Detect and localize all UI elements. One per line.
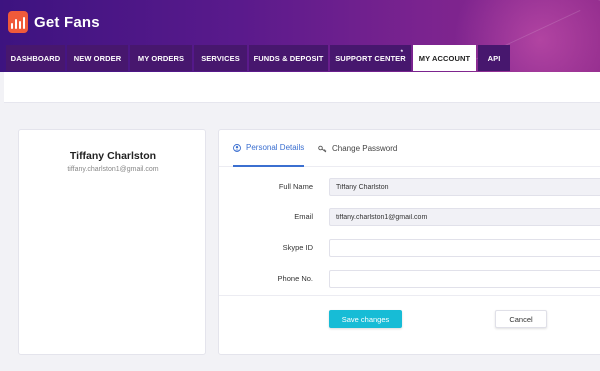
phone-field[interactable] <box>329 270 600 288</box>
email-field[interactable] <box>329 208 600 226</box>
nav-tab-dashboard[interactable]: DASHBOARD <box>6 45 65 71</box>
nav-tab-label: FUNDS & DEPOSIT <box>253 53 324 63</box>
nav-tab-label: DASHBOARD <box>10 53 61 63</box>
profile-name: Tiffany Charlston <box>69 150 157 162</box>
profile-card: Tiffany Charlston tiffany.charlston1@gma… <box>18 129 206 355</box>
full-name-row: Full Name <box>219 178 600 196</box>
nav-tab-api[interactable]: API <box>478 45 510 71</box>
tab-label: Change Password <box>332 144 398 153</box>
tab-label: Personal Details <box>246 143 305 152</box>
main-nav: DASHBOARD NEW ORDER MY ORDERS SERVICES F… <box>6 45 512 71</box>
profile-email: tiffany.charlston1@gmail.com <box>67 166 159 173</box>
nav-tab-label: SUPPORT CENTER <box>335 53 406 63</box>
nav-tab-label: NEW ORDER <box>73 53 122 63</box>
nav-tab-funds-deposit[interactable]: FUNDS & DEPOSIT <box>249 45 328 71</box>
form-tabs: Personal Details Change Password <box>219 130 600 167</box>
user-icon <box>233 143 241 152</box>
full-name-label: Full Name <box>278 182 313 191</box>
nav-tab-label: MY ORDERS <box>137 53 185 63</box>
tab-personal-details[interactable]: Personal Details <box>233 130 305 167</box>
brand-logo[interactable]: Get Fans <box>8 11 100 33</box>
nav-tab-support-center[interactable]: SUPPORT CENTER * <box>330 45 411 71</box>
key-icon <box>318 145 327 153</box>
nav-tab-my-account[interactable]: MY ACCOUNT <box>413 45 476 71</box>
full-name-field[interactable] <box>329 178 600 196</box>
form-divider <box>219 295 600 296</box>
tab-change-password[interactable]: Change Password <box>318 130 397 167</box>
email-row: Email <box>219 208 600 226</box>
phone-label: Phone No. <box>277 274 313 283</box>
skype-label: Skype ID <box>282 243 313 252</box>
nav-tab-services[interactable]: SERVICES <box>194 45 247 71</box>
account-form-card: Personal Details Change Password Full Na… <box>218 129 600 355</box>
nav-tab-my-orders[interactable]: MY ORDERS <box>130 45 192 71</box>
save-changes-button[interactable]: Save changes <box>329 310 402 328</box>
skype-id-field[interactable] <box>329 239 600 257</box>
cancel-button[interactable]: Cancel <box>495 310 547 328</box>
notification-badge: * <box>400 50 403 56</box>
skype-row: Skype ID <box>219 239 600 257</box>
email-label: Email <box>294 212 313 221</box>
nav-tab-label: MY ACCOUNT <box>418 53 471 63</box>
nav-tab-label: SERVICES <box>201 53 240 63</box>
bar-chart-icon <box>8 11 28 33</box>
nav-tab-new-order[interactable]: NEW ORDER <box>67 45 128 71</box>
nav-tab-label: API <box>487 53 501 63</box>
phone-row: Phone No. <box>219 270 600 288</box>
brand-name: Get Fans <box>34 13 100 31</box>
top-header: Get Fans DASHBOARD NEW ORDER MY ORDERS S… <box>0 0 600 72</box>
page-banner <box>4 72 600 103</box>
